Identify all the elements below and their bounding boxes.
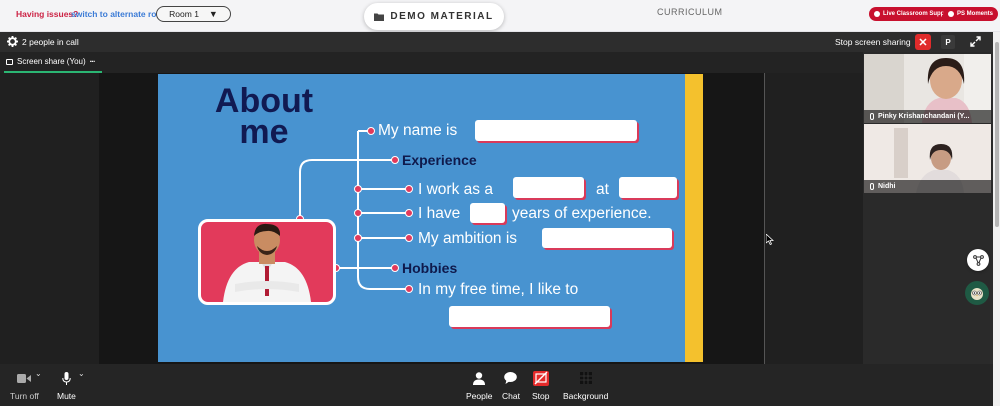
people-label: People bbox=[466, 391, 493, 401]
name-blank bbox=[475, 120, 637, 141]
mic-icon bbox=[870, 183, 874, 190]
background-button[interactable]: Background bbox=[563, 370, 608, 401]
scrollbar-thumb[interactable] bbox=[995, 42, 999, 227]
participant-tile[interactable]: Pinky Krishanchandani (Y... bbox=[864, 54, 991, 123]
person-illustration bbox=[223, 223, 311, 302]
i-have-label: I have bbox=[418, 205, 461, 222]
hobbies-blank bbox=[449, 306, 610, 327]
more-options-icon[interactable]: ··· bbox=[90, 57, 96, 66]
having-issues-text: Having issues? bbox=[16, 9, 79, 19]
monitor-icon bbox=[6, 58, 13, 65]
participant-tile[interactable]: Nidhi bbox=[864, 124, 991, 193]
support-icon bbox=[874, 11, 880, 17]
owl-assistant-button[interactable] bbox=[965, 281, 989, 305]
people-in-call-count: 2 people in call bbox=[22, 37, 79, 47]
room-select[interactable]: Room 1 ▼ bbox=[156, 6, 231, 22]
participant-name: Nidhi bbox=[878, 183, 896, 190]
call-header: 2 people in call Stop screen sharing ✕ P bbox=[0, 32, 993, 52]
mute-label: Mute bbox=[57, 391, 76, 401]
participant-name-bar: Pinky Krishanchandani (Y... bbox=[864, 110, 991, 123]
stop-screen-sharing-label: Stop screen sharing bbox=[835, 37, 911, 47]
fullscreen-icon[interactable] bbox=[970, 36, 981, 47]
mic-options-chevron-icon[interactable]: ⌄ bbox=[78, 369, 85, 378]
background-grid-icon bbox=[579, 372, 592, 384]
mic-icon bbox=[870, 113, 874, 120]
stop-share-label: Stop bbox=[532, 391, 550, 401]
top-bar: Having issues? switch to alternate room … bbox=[0, 0, 1000, 32]
screen-share-tabbar: Screen share (You) ··· bbox=[0, 52, 863, 73]
live-support-label: Live Classroom Support bbox=[883, 11, 953, 17]
shared-screen: About me My name is Experience I work as… bbox=[99, 73, 765, 364]
my-name-label: My name is bbox=[378, 122, 458, 139]
job-title-blank bbox=[513, 177, 584, 198]
chat-label: Chat bbox=[502, 391, 520, 401]
mouse-cursor-icon bbox=[766, 234, 774, 245]
free-time-label: In my free time, I like to bbox=[418, 281, 579, 298]
stop-sharing-close-button[interactable]: ✕ bbox=[915, 34, 931, 50]
ps-moments-button[interactable]: PS Moments bbox=[943, 7, 999, 21]
app-window: Having issues? switch to alternate room … bbox=[0, 0, 1000, 406]
caret-down-icon: ▼ bbox=[208, 9, 218, 19]
close-icon: ✕ bbox=[918, 36, 928, 49]
screen-edge bbox=[764, 73, 765, 364]
years-experience-label: years of experience. bbox=[512, 205, 652, 222]
person-icon bbox=[473, 371, 486, 385]
ambition-label: My ambition is bbox=[418, 230, 518, 247]
stop-share-button[interactable]: Stop bbox=[532, 370, 550, 401]
shared-screen-stage: About me My name is Experience I work as… bbox=[0, 73, 863, 364]
camera-toggle-label: Turn off bbox=[10, 391, 39, 401]
presenter-badge-button[interactable]: P bbox=[941, 35, 955, 49]
participant-name: Pinky Krishanchandani (Y... bbox=[878, 113, 970, 120]
at-label: at bbox=[596, 181, 609, 198]
participant-video-panel: Pinky Krishanchandani (Y... Nidhi bbox=[863, 52, 993, 364]
demo-material-label: DEMO MATERIAL bbox=[390, 11, 494, 22]
chat-bubble-icon bbox=[504, 372, 518, 384]
company-blank bbox=[619, 177, 677, 198]
background-label: Background bbox=[563, 391, 609, 401]
link-share-icon bbox=[972, 254, 984, 266]
alternate-room-link[interactable]: switch to alternate room bbox=[71, 9, 169, 19]
screen-share-tab[interactable]: Screen share (You) ··· bbox=[6, 57, 96, 66]
work-as-label: I work as a bbox=[418, 181, 493, 198]
presentation-slide: About me My name is Experience I work as… bbox=[158, 74, 703, 362]
curriculum-tab[interactable]: CURRICULUM bbox=[657, 7, 723, 17]
presenter-photo bbox=[198, 219, 336, 305]
folder-icon bbox=[374, 13, 385, 21]
people-button[interactable]: People bbox=[466, 370, 492, 401]
gear-icon[interactable] bbox=[7, 36, 18, 47]
ps-moments-label: PS Moments bbox=[957, 11, 994, 17]
room-select-value: Room 1 bbox=[169, 9, 199, 19]
call-toolbar: Turn off ⌄ Mute ⌄ People Chat Stop Backg… bbox=[0, 364, 993, 406]
chat-button[interactable]: Chat bbox=[502, 370, 520, 401]
demo-material-button[interactable]: DEMO MATERIAL bbox=[364, 3, 504, 30]
participant-name-bar: Nidhi bbox=[864, 180, 991, 193]
microphone-icon bbox=[62, 371, 71, 385]
screen-share-tab-label: Screen share (You) bbox=[17, 57, 86, 66]
years-blank bbox=[470, 203, 505, 223]
mute-button[interactable]: Mute bbox=[57, 370, 76, 401]
ambition-blank bbox=[542, 228, 672, 248]
video-camera-icon bbox=[17, 373, 32, 383]
experience-heading: Experience bbox=[402, 152, 477, 168]
camera-moment-icon bbox=[948, 11, 954, 17]
share-link-button[interactable] bbox=[967, 249, 989, 271]
owl-icon bbox=[971, 288, 983, 300]
hobbies-heading: Hobbies bbox=[402, 260, 458, 276]
camera-options-chevron-icon[interactable]: ⌄ bbox=[35, 369, 42, 378]
stop-screen-share-icon bbox=[532, 370, 549, 386]
